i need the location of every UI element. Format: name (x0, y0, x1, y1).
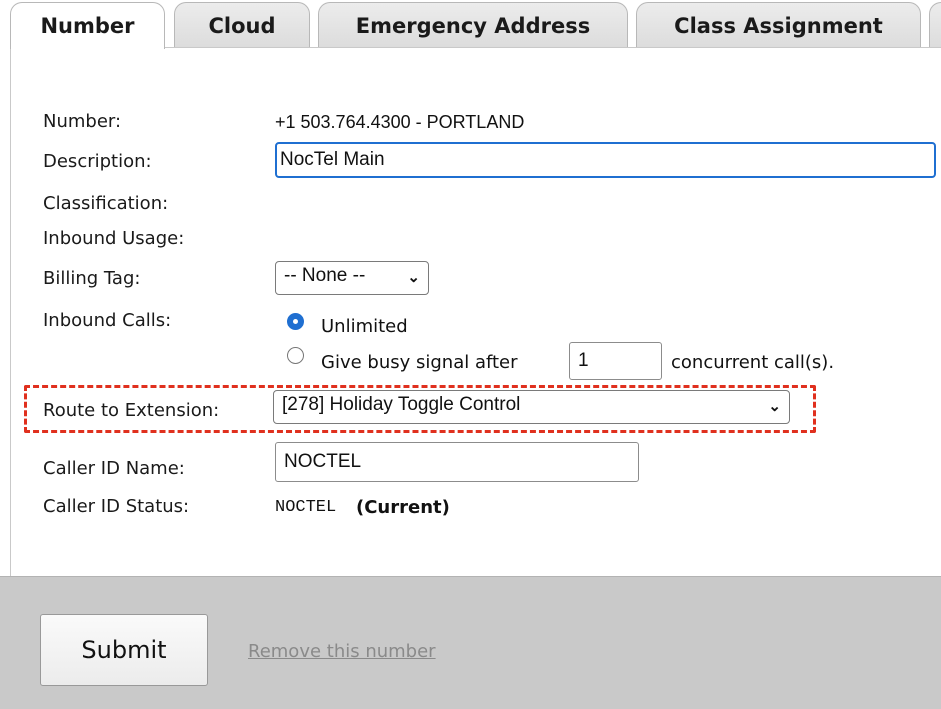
number-form-panel: Number: +1 503.764.4300 - PORTLAND Descr… (10, 47, 941, 576)
radio-unlimited[interactable] (287, 313, 304, 330)
number-label: Number: (43, 111, 122, 132)
caller-id-status-current: (Current) (356, 497, 450, 518)
inbound-usage-label: Inbound Usage: (43, 228, 185, 249)
submit-button[interactable]: Submit (40, 614, 208, 686)
caller-id-name-input[interactable] (275, 442, 639, 482)
tab-class-assignment[interactable]: Class Assignment (636, 2, 921, 48)
radio-unlimited-label: Unlimited (321, 316, 408, 337)
tab-emergency-address-label: Emergency Address (355, 14, 591, 38)
billing-tag-label: Billing Tag: (43, 268, 141, 289)
caller-id-name-label: Caller ID Name: (43, 458, 185, 479)
number-value: +1 503.764.4300 - PORTLAND (275, 112, 525, 132)
tab-emergency-address[interactable]: Emergency Address (318, 2, 628, 48)
tab-cloud[interactable]: Cloud (174, 2, 310, 48)
description-label: Description: (43, 151, 152, 172)
tab-more[interactable] (929, 2, 941, 48)
chevron-down-icon: ⌄ (407, 269, 420, 286)
billing-tag-select[interactable]: -- None -- ⌄ (275, 261, 429, 295)
concurrent-calls-input[interactable] (569, 342, 662, 380)
remove-number-link[interactable]: Remove this number (248, 641, 436, 662)
caller-id-status-label: Caller ID Status: (43, 496, 190, 517)
classification-label: Classification: (43, 193, 169, 214)
concurrent-calls-suffix: concurrent call(s). (671, 352, 835, 373)
inbound-calls-label: Inbound Calls: (43, 310, 172, 331)
route-highlight-box (24, 385, 816, 433)
tab-number[interactable]: Number (10, 2, 165, 49)
billing-tag-selected: -- None -- (284, 265, 366, 286)
tab-cloud-label: Cloud (208, 14, 276, 38)
tab-bar: Number Cloud Emergency Address Class Ass… (0, 0, 941, 49)
radio-busy-signal-label: Give busy signal after (321, 352, 518, 373)
radio-busy-signal[interactable] (287, 347, 304, 364)
form-footer: Submit Remove this number (0, 576, 941, 709)
caller-id-status-value: NOCTEL (275, 498, 337, 517)
tab-class-assignment-label: Class Assignment (674, 14, 883, 38)
tab-number-label: Number (40, 14, 135, 38)
description-input[interactable] (275, 142, 936, 178)
